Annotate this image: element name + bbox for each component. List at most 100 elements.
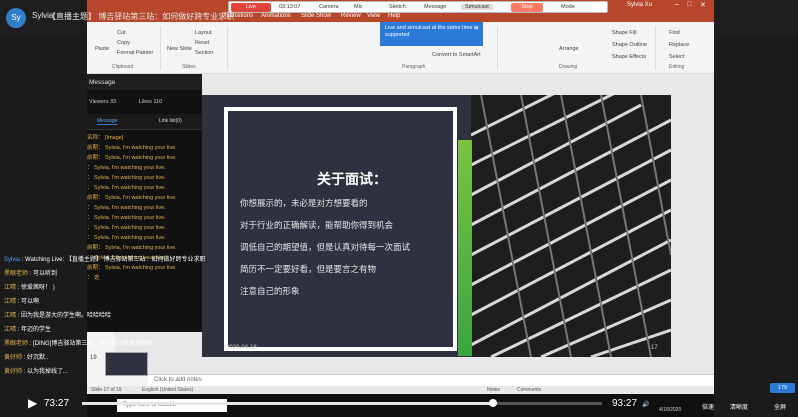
chat-text: [DING]博吉驿站第三期，我们9:00准时开始哦: [33, 341, 154, 347]
message-line: 前期： Sylvia, I'm watching your live.: [87, 195, 177, 201]
minimize-icon[interactable]: –: [675, 1, 679, 8]
chat-name: 黄好帅: [4, 355, 23, 361]
shape-outline-button[interactable]: Shape Outline: [612, 42, 647, 48]
format-painter-button[interactable]: Format Painter: [117, 50, 153, 56]
live-button[interactable]: Live: [231, 3, 271, 12]
simulcast-button[interactable]: Simulcast: [461, 4, 493, 10]
cut-button[interactable]: Cut: [117, 30, 126, 36]
avatar[interactable]: Sy: [6, 8, 26, 28]
shape-fill-button[interactable]: Shape Fill: [612, 30, 636, 36]
viewer-count-badge[interactable]: 179: [770, 383, 795, 393]
chat-line: Sylvia : Watching Live: 【直播主题】 博吉驿站第三站：如…: [4, 257, 206, 263]
mic-button[interactable]: Mic: [354, 4, 363, 10]
convert-smartart-button[interactable]: Convert to SmartArt: [432, 52, 481, 58]
chat-name: 黄好帅: [4, 369, 23, 375]
ppt-user: Sylvia Xu: [627, 2, 653, 8]
chat-text: 可以听到: [33, 271, 58, 277]
slides-label: Slides: [182, 64, 196, 70]
sketch-button[interactable]: Sketch: [389, 4, 406, 10]
fullscreen-button[interactable]: 全屏: [774, 402, 786, 411]
chat-line: 黄好帅 : 好沉默..: [4, 355, 49, 361]
tooltip-close-icon[interactable]: ✕: [474, 26, 479, 33]
message-line: ： Sylvia, I'm watching your live.: [87, 225, 166, 231]
stop-button[interactable]: Stop: [511, 3, 543, 12]
arrange-button[interactable]: Arrange: [559, 46, 579, 52]
ppt-status-bar: Slide 17 of 19 English (United States) N…: [87, 386, 714, 394]
chat-text: 可以啊: [21, 299, 40, 305]
message-line: ： Sylvia, I'm watching your live.: [87, 165, 166, 171]
tab-message[interactable]: Message: [97, 118, 118, 125]
chat-name: 黑眼老师: [4, 271, 29, 277]
clipboard-label: Clipboard: [112, 64, 134, 70]
copy-button[interactable]: Copy: [117, 40, 130, 46]
chat-line: 黑眼老师 : [DING]博吉驿站第三期，我们9:00准时开始哦: [4, 341, 154, 347]
section-button[interactable]: Section: [195, 50, 213, 56]
select-button[interactable]: Select: [669, 54, 684, 60]
tooltip-text: Live and simulcast at the same time is s…: [385, 25, 478, 38]
message-line: 前期： Sylvia, I'm watching your live.: [87, 245, 177, 251]
new-slide-button[interactable]: New Slide: [167, 46, 192, 52]
speed-button[interactable]: 倍速: [702, 402, 714, 411]
slide-bullet: 你想展示的，未必是对方想要看的: [240, 199, 368, 209]
comments-toggle[interactable]: Comments: [517, 387, 541, 393]
building-photo: [471, 95, 671, 357]
paste-button[interactable]: Paste: [95, 46, 109, 52]
mode-button[interactable]: Mode: [561, 4, 575, 10]
tab-animations[interactable]: Animations: [261, 13, 291, 19]
reset-button[interactable]: Reset: [195, 40, 209, 46]
tab-review[interactable]: Review: [341, 13, 361, 19]
message-line: ： Sylvia, I'm watching your live.: [87, 185, 166, 191]
layout-button[interactable]: Layout: [195, 30, 212, 36]
message-line: ： Sylvia, I'm watching your live.: [87, 175, 166, 181]
chat-name: 江晴: [4, 313, 17, 319]
simulcast-tooltip: Live and simulcast at the same time is s…: [380, 22, 483, 46]
message-tabs: Message Link list(0): [87, 114, 202, 130]
maximize-icon[interactable]: □: [687, 1, 691, 8]
chat-text: 以为我掉线了...: [27, 369, 69, 375]
notes-pane[interactable]: Click to add notes: [148, 374, 714, 386]
slide-bullet: 对于行业的正确解读，能帮助你得到机会: [240, 221, 394, 231]
quality-button[interactable]: 清晰度: [730, 402, 748, 411]
chat-name: Sylvia: [4, 257, 21, 263]
progress-handle[interactable]: [488, 399, 497, 407]
close-icon[interactable]: ✕: [700, 1, 706, 9]
message-stats: Viewers 33 Likes 110: [87, 90, 202, 114]
find-button[interactable]: Find: [669, 30, 680, 36]
message-line: ： Sylvia, I'm watching your live.: [87, 205, 166, 211]
slide-bullet: 注意自己的形象: [240, 287, 300, 297]
chat-name: 江晴: [4, 285, 17, 291]
chat-text: Watching Live:: [25, 257, 65, 263]
live-timer: 03:13:07: [279, 4, 301, 10]
chat-name: 江晴: [4, 327, 17, 333]
slide-count: Slide 17 of 19: [91, 387, 122, 393]
message-line: ： Sylvia, I'm watching your live.: [87, 235, 166, 241]
chat-line: 黄好帅 : 以为我掉线了...: [4, 369, 69, 375]
video-controls: [0, 394, 798, 417]
chat-name: 江晴: [4, 299, 17, 305]
chat-line: 江晴 : 徐爱茜呀！ ): [4, 285, 55, 291]
replace-button[interactable]: Replace: [669, 42, 689, 48]
slide-number: 17: [651, 345, 658, 351]
volume-icon[interactable]: 🔊: [642, 401, 649, 408]
drawing-label: Drawing: [559, 64, 578, 70]
slide-bullet: 调低自己的期望值，但是认真对待每一次面试: [240, 243, 411, 253]
play-icon[interactable]: ▶: [28, 396, 37, 410]
notes-toggle[interactable]: Notes: [487, 387, 500, 393]
slide-canvas[interactable]: 关于面试： 你想展示的，未必是对方想要看的 对于行业的正确解读，能帮助你得到机会…: [202, 95, 671, 357]
stream-title: 【直播主题】 博吉驿站第三站：如何做好跨专业求职: [48, 12, 235, 21]
chat-text: 徐爱茜呀！ ): [21, 285, 55, 291]
tab-slide-show[interactable]: Slide Show: [301, 13, 331, 19]
editing-label: Editing: [669, 64, 685, 70]
message-panel: Message Viewers 33 Likes 110 Message Lin…: [87, 74, 202, 332]
message-button[interactable]: Message: [424, 4, 446, 10]
message-line: 前期： Sylvia, I'm watching your live.: [87, 155, 177, 161]
viewers-count: Viewers 33: [89, 99, 117, 105]
message-line: ： 这: [87, 275, 100, 281]
shape-effects-button[interactable]: Shape Effects: [612, 54, 646, 60]
tab-help[interactable]: Help: [388, 13, 400, 19]
chat-name: 黑眼老师: [4, 341, 29, 347]
slide-thumbnail[interactable]: [105, 352, 148, 376]
camera-button[interactable]: Camera: [319, 4, 339, 10]
tab-link-list[interactable]: Link list(0): [159, 118, 182, 124]
tab-view[interactable]: View: [367, 13, 380, 19]
